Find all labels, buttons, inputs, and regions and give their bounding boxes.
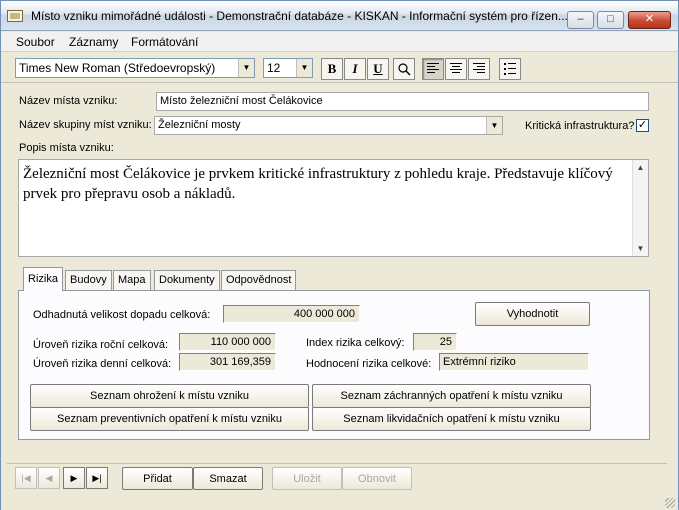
daily-risk-label: Úroveň rizika denní celková: (33, 358, 172, 370)
save-button[interactable]: Uložit (272, 467, 342, 490)
tab-mapa[interactable]: Mapa (113, 270, 151, 290)
resize-grip-icon[interactable] (665, 498, 675, 508)
bullet-list-button[interactable] (499, 58, 521, 80)
last-record-button[interactable]: ▶| (86, 467, 108, 489)
menu-bar: Soubor Záznamy Formátování (1, 32, 678, 52)
liquidation-measures-button[interactable]: Seznam likvidačních opatření k místu vzn… (312, 407, 591, 431)
risk-index-value: 25 (413, 333, 457, 351)
font-size-value: 12 (267, 61, 281, 75)
tab-budovy[interactable]: Budovy (65, 270, 112, 290)
highlight-icon (398, 63, 411, 76)
last-record-icon: ▶| (92, 473, 102, 483)
description-text: Železniční most Čelákovice je prvkem kri… (23, 166, 613, 202)
align-center-icon (450, 63, 462, 73)
title-bar: Místo vzniku mimořádné události - Demons… (1, 1, 678, 31)
status-bar (1, 496, 678, 510)
critical-infra-checkbox[interactable]: ✓ (636, 119, 649, 132)
daily-risk-value: 301 169,359 (179, 353, 276, 371)
description-label: Popis místa vzniku: (19, 142, 114, 154)
critical-infra-label: Kritická infrastruktura? (525, 120, 635, 132)
tab-odpovednost[interactable]: Odpovědnost (221, 270, 297, 290)
menu-zaznamy[interactable]: Záznamy (69, 35, 118, 49)
name-input[interactable]: Místo železniční most Čelákovice (156, 92, 649, 111)
first-record-icon: |◀ (21, 473, 31, 483)
app-window: Místo vzniku mimořádné události - Demons… (0, 0, 679, 510)
minimize-button[interactable]: – (567, 11, 594, 29)
app-form-icon (7, 10, 23, 22)
chevron-down-icon[interactable]: ▼ (486, 117, 502, 134)
underline-button[interactable]: U (367, 58, 389, 80)
risk-rating-value: Extrémní riziko (439, 353, 589, 371)
window-title: Místo vzniku mimořádné události - Demons… (31, 9, 568, 23)
refresh-button[interactable]: Obnovit (342, 467, 412, 490)
impact-value: 400 000 000 (223, 305, 360, 323)
evaluate-button[interactable]: Vyhodnotit (475, 302, 590, 326)
prev-record-button[interactable]: ◀ (38, 467, 60, 489)
bullet-list-icon (504, 63, 516, 75)
highlight-button[interactable] (393, 58, 415, 80)
description-textarea[interactable]: Železniční most Čelákovice je prvkem kri… (18, 159, 649, 257)
menu-formatovani[interactable]: Formátování (131, 35, 198, 49)
group-label: Název skupiny míst vzniku: (19, 119, 152, 131)
align-left-icon (427, 63, 439, 73)
first-record-button[interactable]: |◀ (15, 467, 37, 489)
next-record-button[interactable]: ▶ (63, 467, 85, 489)
risk-tab-panel: Odhadnutá velikost dopadu celková: 400 0… (18, 290, 650, 440)
tab-dokumenty[interactable]: Dokumenty (154, 270, 220, 290)
prev-record-icon: ◀ (45, 473, 53, 483)
annual-risk-value: 110 000 000 (179, 333, 276, 351)
risk-rating-label: Hodnocení rizika celkové: (306, 358, 432, 370)
bold-button[interactable]: B (321, 58, 343, 80)
add-button[interactable]: Přidat (122, 467, 193, 490)
font-name-value: Times New Roman (Středoevropský) (19, 61, 216, 75)
maximize-button[interactable]: □ (597, 11, 624, 29)
impact-label: Odhadnutá velikost dopadu celková: (33, 309, 211, 321)
font-name-select[interactable]: Times New Roman (Středoevropský) ▼ (15, 58, 255, 78)
risk-index-label: Index rizika celkový: (306, 337, 405, 349)
preventive-measures-button[interactable]: Seznam preventivních opatření k místu vz… (30, 407, 309, 431)
group-value: Železniční mosty (158, 119, 241, 131)
italic-button[interactable]: I (344, 58, 366, 80)
annual-risk-label: Úroveň rizika roční celková: (33, 339, 169, 351)
align-right-button[interactable] (468, 58, 490, 80)
name-label: Název místa vzniku: (19, 95, 118, 107)
delete-button[interactable]: Smazat (193, 467, 263, 490)
scroll-up-icon[interactable]: ▲ (633, 160, 648, 175)
menu-soubor[interactable]: Soubor (16, 35, 55, 49)
align-center-button[interactable] (445, 58, 467, 80)
next-record-icon: ▶ (70, 473, 78, 483)
format-toolbar: Times New Roman (Středoevropský) ▼ 12 ▼ … (1, 53, 678, 83)
group-select[interactable]: Železniční mosty ▼ (154, 116, 503, 135)
threats-list-button[interactable]: Seznam ohrožení k místu vzniku (30, 384, 309, 408)
close-button[interactable]: ✕ (628, 11, 671, 29)
rescue-measures-button[interactable]: Seznam záchranných opatření k místu vzni… (312, 384, 591, 408)
tab-rizika[interactable]: Rizika (23, 267, 63, 291)
chevron-down-icon[interactable]: ▼ (238, 59, 254, 77)
align-left-button[interactable] (422, 58, 444, 80)
scroll-down-icon[interactable]: ▼ (633, 241, 648, 256)
align-right-icon (473, 63, 485, 73)
description-scrollbar[interactable]: ▲ ▼ (632, 160, 648, 256)
font-size-select[interactable]: 12 ▼ (263, 58, 313, 78)
chevron-down-icon[interactable]: ▼ (296, 59, 312, 77)
